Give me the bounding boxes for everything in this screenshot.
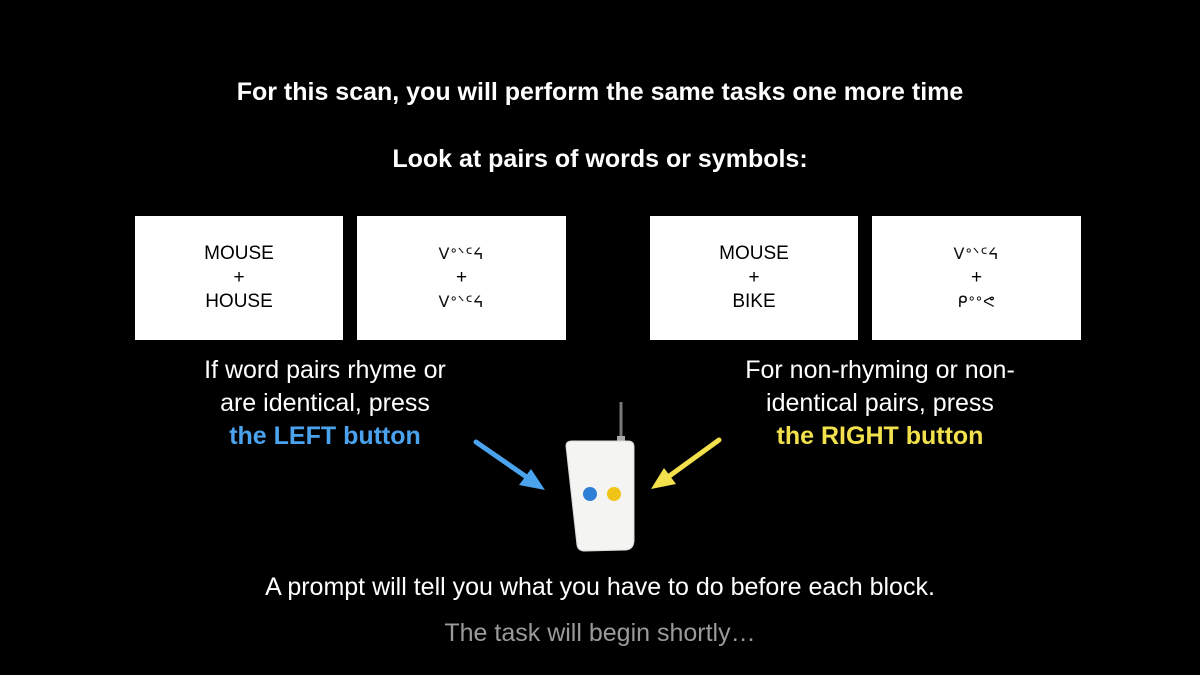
block-prompt-text: A prompt will tell you what you have to … (265, 573, 935, 601)
left-arrow-icon (473, 439, 545, 490)
blue-button-icon (583, 487, 597, 501)
response-box-icon (565, 402, 635, 552)
begin-shortly-text: The task will begin shortly… (444, 619, 756, 647)
right-arrow-icon (651, 437, 722, 489)
yellow-button-icon (607, 487, 621, 501)
